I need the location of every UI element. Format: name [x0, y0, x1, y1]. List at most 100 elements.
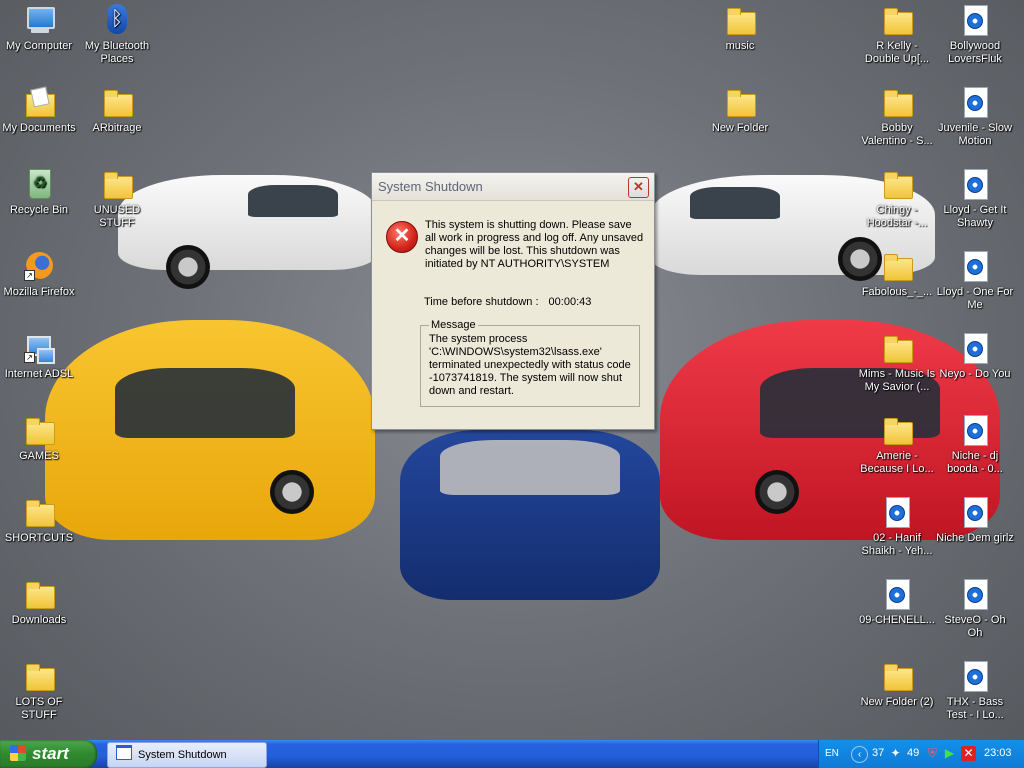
desktop-icon-label: Niche Dem girlz: [936, 532, 1014, 544]
antivirus-icon[interactable]: ✕: [961, 746, 976, 761]
desktop-icon-thx-bass-test[interactable]: THX - Bass Test - I Lo...: [936, 660, 1014, 722]
desktop-icon-label: New Folder (2): [860, 696, 934, 708]
desktop-icon-hanif-shaikh[interactable]: 02 - Hanif Shaikh - Yeh...: [858, 496, 936, 558]
desktop-icon-niche-dem-girlz[interactable]: Niche Dem girlz: [936, 496, 1014, 545]
windows-logo-icon: [10, 745, 26, 761]
message-group-label: Message: [431, 319, 476, 331]
desktop-icon-label: Neyo - Do You: [939, 368, 1011, 380]
network-connection-icon: ↗: [23, 332, 55, 364]
desktop-icon-label: SHORTCUTS: [4, 532, 74, 544]
desktop-icon-label: Chingy - Hoodstar -...: [866, 204, 928, 229]
folder-icon: [881, 250, 913, 282]
computer-icon: [23, 4, 55, 36]
tray-counter-a[interactable]: 37: [872, 747, 884, 759]
tray-counter-b[interactable]: 49: [907, 747, 919, 759]
show-hidden-icons-chevron-icon[interactable]: ‹: [851, 746, 868, 763]
desktop-icon-label: Bollywood LoversFluk: [948, 40, 1002, 65]
system-tray: EN ‹ 37 ✦ 49 ⛨ ▶ ✕ 23:03: [818, 740, 1024, 768]
desktop-icon-bollywood[interactable]: Bollywood LoversFluk: [936, 4, 1014, 66]
desktop-icon-music[interactable]: music: [701, 4, 779, 53]
folder-icon: [101, 86, 133, 118]
desktop-icon-downloads[interactable]: Downloads: [0, 578, 78, 627]
desktop-icon-label: ARbitrage: [92, 122, 142, 134]
shortcut-arrow-icon: ↗: [24, 270, 35, 281]
desktop-icon-label: Downloads: [11, 614, 67, 626]
desktop-icon-label: Mims - Music Is My Savior (...: [858, 368, 936, 393]
desktop-icon-label: Lloyd - Get It Shawty: [943, 204, 1007, 229]
language-indicator[interactable]: EN: [825, 748, 839, 759]
desktop-icon-new-folder-2[interactable]: New Folder (2): [858, 660, 936, 709]
desktop-icon-chingy[interactable]: Chingy - Hoodstar -...: [858, 168, 936, 230]
error-icon: ✕: [386, 221, 418, 253]
recycle-bin-icon: [23, 168, 55, 200]
desktop-icon-label: Amerie - Because I Lo...: [860, 450, 934, 475]
folder-icon: [881, 660, 913, 692]
desktop-icon-shortcuts[interactable]: SHORTCUTS: [0, 496, 78, 545]
desktop-icon-label: SteveO - Oh Oh: [944, 614, 1006, 639]
folder-icon: [881, 86, 913, 118]
desktop-icon-neyo[interactable]: Neyo - Do You: [936, 332, 1014, 381]
folder-icon: [23, 660, 55, 692]
documents-folder-icon: [23, 86, 55, 118]
desktop-icon-chenell[interactable]: 09-CHENELL...: [858, 578, 936, 627]
shortcut-arrow-icon: ↗: [24, 352, 35, 363]
desktop-icon-lloyd-one-for-me[interactable]: Lloyd - One For Me: [936, 250, 1014, 312]
desktop-icon-recycle-bin[interactable]: Recycle Bin: [0, 168, 78, 217]
media-file-icon: [959, 332, 991, 364]
media-file-icon: [881, 578, 913, 610]
window-icon: [116, 745, 132, 760]
media-file-icon: [959, 578, 991, 610]
folder-icon: [724, 4, 756, 36]
desktop-icon-unused-stuff[interactable]: UNUSED STUFF: [78, 168, 156, 230]
folder-icon: [881, 4, 913, 36]
folder-icon: [23, 414, 55, 446]
desktop-icon-label: 02 - Hanif Shaikh - Yeh...: [861, 532, 933, 557]
media-file-icon: [959, 86, 991, 118]
desktop-icon-label: Mozilla Firefox: [3, 286, 75, 298]
desktop-icon-lots-of-stuff[interactable]: LOTS OF STUFF: [0, 660, 78, 722]
desktop-icon-r-kelly[interactable]: R Kelly - Double Up[...: [858, 4, 936, 66]
desktop: My Computer My Documents Recycle Bin ↗ M…: [0, 0, 1024, 740]
folder-icon: [881, 414, 913, 446]
desktop-icon-steveo[interactable]: SteveO - Oh Oh: [936, 578, 1014, 640]
desktop-icon-label: Internet ADSL: [4, 368, 74, 380]
security-shield-icon[interactable]: ⛨: [925, 746, 940, 761]
desktop-icon-lloyd-get-it[interactable]: Lloyd - Get It Shawty: [936, 168, 1014, 230]
desktop-icon-label: Fabolous_-_...: [861, 286, 933, 298]
messenger-icon[interactable]: ✦: [888, 746, 903, 761]
desktop-icon-internet-adsl[interactable]: ↗ Internet ADSL: [0, 332, 78, 381]
desktop-icon-amerie[interactable]: Amerie - Because I Lo...: [858, 414, 936, 476]
start-button[interactable]: start: [0, 740, 97, 768]
time-value: 00:00:43: [548, 296, 592, 308]
taskbar: start System Shutdown EN ‹ 37 ✦ 49 ⛨ ▶ ✕…: [0, 740, 1024, 768]
desktop-icon-fabolous[interactable]: Fabolous_-_...: [858, 250, 936, 299]
clock[interactable]: 23:03: [984, 747, 1012, 759]
folder-icon: [881, 168, 913, 200]
dialog-titlebar[interactable]: System Shutdown ✕: [372, 173, 654, 201]
close-button[interactable]: ✕: [628, 177, 649, 198]
message-group-text: The system process 'C:\WINDOWS\system32\…: [429, 333, 631, 397]
desktop-icon-my-documents[interactable]: My Documents: [0, 86, 78, 135]
dialog-title: System Shutdown: [378, 179, 483, 194]
desktop-icon-bobby-valentino[interactable]: Bobby Valentino - S...: [858, 86, 936, 148]
desktop-icon-label: My Documents: [2, 122, 76, 134]
play-icon[interactable]: ▶: [942, 746, 957, 761]
desktop-icon-label: LOTS OF STUFF: [15, 696, 63, 721]
desktop-icon-mozilla-firefox[interactable]: ↗ Mozilla Firefox: [0, 250, 78, 299]
desktop-icon-arbitrage[interactable]: ARbitrage: [78, 86, 156, 135]
shutdown-timer: Time before shutdown : 00:00:43: [424, 296, 591, 308]
desktop-icon-games[interactable]: GAMES: [0, 414, 78, 463]
media-file-icon: [959, 414, 991, 446]
desktop-icon-label: THX - Bass Test - I Lo...: [946, 696, 1004, 721]
firefox-icon: ↗: [23, 250, 55, 282]
desktop-icon-my-bluetooth-places[interactable]: My Bluetooth Places: [78, 4, 156, 66]
desktop-icon-my-computer[interactable]: My Computer: [0, 4, 78, 53]
desktop-icon-label: Recycle Bin: [9, 204, 69, 216]
desktop-icon-niche-dj-booda[interactable]: Niche - dj booda - 0...: [936, 414, 1014, 476]
system-shutdown-dialog: System Shutdown ✕ ✕ This system is shutt…: [371, 172, 655, 430]
desktop-icon-juvenile[interactable]: Juvenile - Slow Motion: [936, 86, 1014, 148]
taskbar-button-system-shutdown[interactable]: System Shutdown: [107, 742, 267, 768]
desktop-icon-new-folder[interactable]: New Folder: [701, 86, 779, 135]
desktop-icon-mims[interactable]: Mims - Music Is My Savior (...: [858, 332, 936, 394]
bluetooth-icon: [101, 4, 133, 36]
